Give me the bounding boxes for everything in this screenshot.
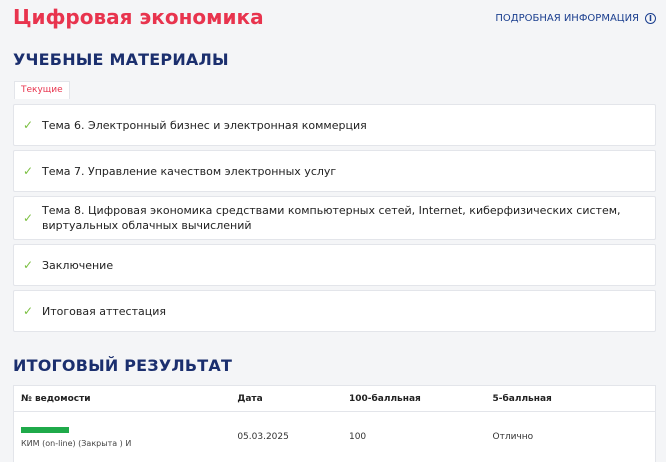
column-header-score5: 5-балльная	[492, 393, 552, 404]
topic-item-6[interactable]: ✓ Тема 6. Электронный бизнес и электронн…	[13, 104, 656, 146]
column-header-doc: № ведомости	[21, 393, 91, 404]
topic-label: Тема 8. Цифровая экономика средствами ко…	[42, 204, 621, 232]
topic-label: Итоговая аттестация	[42, 304, 166, 318]
check-icon: ✓	[22, 118, 34, 132]
check-icon: ✓	[22, 258, 34, 272]
topic-list: ✓ Тема 6. Электронный бизнес и электронн…	[13, 104, 656, 336]
column-header-date: Дата	[237, 393, 263, 404]
topic-item-conclusion[interactable]: ✓ Заключение	[13, 244, 656, 286]
topic-label: Заключение	[42, 258, 114, 272]
materials-heading: УЧЕБНЫЕ МАТЕРИАЛЫ	[13, 50, 229, 69]
column-header-score100: 100-балльная	[348, 393, 421, 404]
doc-name: КИМ (on-line) (Закрыта ) И	[21, 438, 132, 448]
progress-fill	[21, 426, 69, 433]
check-icon: ✓	[22, 304, 34, 318]
table-row: КИМ (on-line) (Закрыта ) И 05.03.2025 10…	[14, 412, 655, 462]
date-cell: 05.03.2025	[237, 432, 289, 442]
table-header: № ведомости Дата 100-балльная 5-балльная	[14, 386, 655, 412]
score5-cell: Отлично	[492, 432, 534, 442]
topic-label: Тема 7. Управление качеством электронных…	[42, 164, 337, 178]
score100-cell: 100	[348, 432, 367, 442]
topic-label: Тема 6. Электронный бизнес и электронная…	[42, 118, 367, 132]
more-info-label: ПОДРОБНАЯ ИНФОРМАЦИЯ	[495, 13, 639, 24]
topic-item-8[interactable]: ✓ Тема 8. Цифровая экономика средствами …	[13, 196, 656, 240]
tab-current[interactable]: Текущие	[14, 81, 70, 99]
progress-bar	[21, 426, 69, 433]
more-info-link[interactable]: ПОДРОБНАЯ ИНФОРМАЦИЯ i	[495, 13, 656, 24]
topic-item-final-assessment[interactable]: ✓ Итоговая аттестация	[13, 290, 656, 332]
result-heading: ИТОГОВЫЙ РЕЗУЛЬТАТ	[13, 356, 233, 375]
course-title: Цифровая экономика	[13, 5, 264, 29]
info-icon: i	[645, 13, 656, 24]
check-icon: ✓	[22, 211, 34, 225]
doc-cell: КИМ (on-line) (Закрыта ) И	[14, 426, 231, 448]
check-icon: ✓	[22, 164, 34, 178]
topic-item-7[interactable]: ✓ Тема 7. Управление качеством электронн…	[13, 150, 656, 192]
result-table: № ведомости Дата 100-балльная 5-балльная…	[13, 385, 656, 462]
